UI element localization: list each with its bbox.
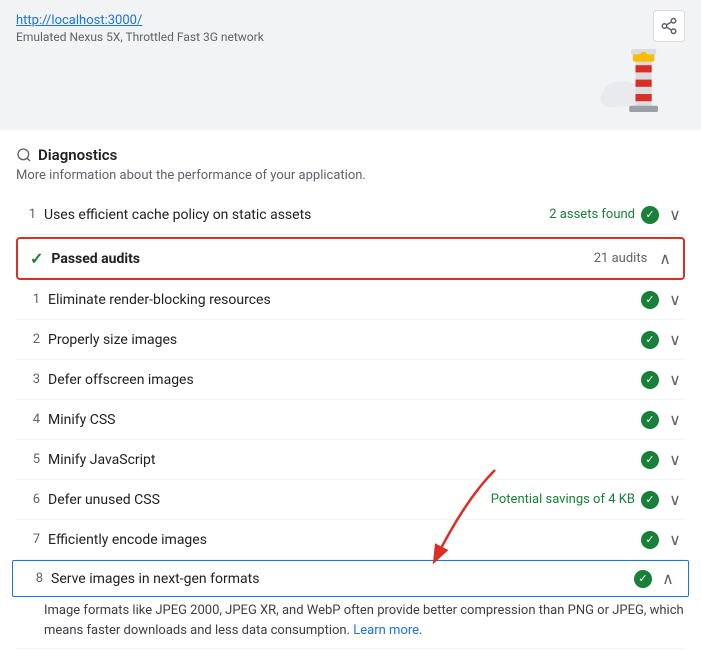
audit-chevron-5[interactable]: ∨ bbox=[665, 450, 685, 469]
audit-row-3: 3 Defer offscreen images ✓ ∨ bbox=[16, 360, 685, 400]
audit-label-8: Serve images in next-gen formats bbox=[51, 571, 626, 587]
search-icon bbox=[16, 147, 32, 163]
audit-right-7: ✓ ∨ bbox=[641, 530, 685, 549]
diagnostics-desc: More information about the performance o… bbox=[16, 168, 685, 183]
audit-right-2: ✓ ∨ bbox=[641, 330, 685, 349]
audit-chevron-3[interactable]: ∨ bbox=[665, 370, 685, 389]
audit-label-3: Defer offscreen images bbox=[48, 372, 633, 388]
audit-label-4: Minify CSS bbox=[48, 412, 633, 428]
audit-num-6: 6 bbox=[20, 492, 40, 507]
passed-audits-header[interactable]: ✓ Passed audits 21 audits ∧ bbox=[16, 237, 685, 280]
audit-label-7: Efficiently encode images bbox=[48, 532, 633, 548]
passed-audits-label: Passed audits bbox=[51, 251, 585, 267]
audit-num-7: 7 bbox=[20, 532, 40, 547]
audit-num-4: 4 bbox=[20, 412, 40, 427]
audit-row-7: 7 Efficiently encode images ✓ ∨ bbox=[16, 520, 685, 560]
chevron-1[interactable]: ∨ bbox=[665, 205, 685, 224]
item-meta-1: 2 assets found bbox=[549, 207, 635, 222]
audit-right-4: ✓ ∨ bbox=[641, 410, 685, 429]
audit-chevron-8[interactable]: ∧ bbox=[658, 569, 678, 588]
audit-right-3: ✓ ∨ bbox=[641, 370, 685, 389]
diagnostics-item-1: 1 Uses efficient cache policy on static … bbox=[16, 195, 685, 235]
main-content: Diagnostics More information about the p… bbox=[0, 130, 701, 665]
audit-check-8: ✓ bbox=[634, 570, 652, 588]
audit-row-2: 2 Properly size images ✓ ∨ bbox=[16, 320, 685, 360]
check-icon-1: ✓ bbox=[641, 206, 659, 224]
header-url[interactable]: http://localhost:3000/ bbox=[16, 13, 142, 28]
header-subtitle: Emulated Nexus 5X, Throttled Fast 3G net… bbox=[16, 30, 685, 44]
audit-row-8: 8 Serve images in next-gen formats ✓ ∧ bbox=[12, 560, 689, 597]
audit-label-5: Minify JavaScript bbox=[48, 452, 633, 468]
diagnostics-title: Diagnostics bbox=[38, 146, 117, 164]
audit-chevron-6[interactable]: ∨ bbox=[665, 490, 685, 509]
audit-savings-6: Potential savings of 4 KB bbox=[491, 492, 635, 507]
audit-check-3: ✓ bbox=[641, 371, 659, 389]
audit-row-4: 4 Minify CSS ✓ ∨ bbox=[16, 400, 685, 440]
audit-check-6: ✓ bbox=[641, 491, 659, 509]
audit-row-1: 1 Eliminate render-blocking resources ✓ … bbox=[16, 280, 685, 320]
learn-more-link[interactable]: Learn more bbox=[353, 623, 419, 638]
audit-num-5: 5 bbox=[20, 452, 40, 467]
audit-check-7: ✓ bbox=[641, 531, 659, 549]
audit-chevron-7[interactable]: ∨ bbox=[665, 530, 685, 549]
audit-num-8: 8 bbox=[23, 571, 43, 586]
share-button[interactable] bbox=[653, 10, 685, 42]
audit-check-4: ✓ bbox=[641, 411, 659, 429]
passed-audits-count: 21 audits bbox=[594, 251, 648, 266]
audit-num-1: 1 bbox=[20, 292, 40, 307]
audit-label-6: Defer unused CSS bbox=[48, 492, 483, 508]
passed-audits-chevron[interactable]: ∧ bbox=[659, 249, 671, 268]
audit-row-8-container: 8 Serve images in next-gen formats ✓ ∧ bbox=[16, 560, 685, 597]
audit-check-2: ✓ bbox=[641, 331, 659, 349]
audit-row-5: 5 Minify JavaScript ✓ ∨ bbox=[16, 440, 685, 480]
audit-chevron-4[interactable]: ∨ bbox=[665, 410, 685, 429]
audit-num-3: 3 bbox=[20, 372, 40, 387]
share-icon bbox=[660, 17, 678, 35]
audit-right-6: Potential savings of 4 KB ✓ ∨ bbox=[491, 490, 685, 509]
diagnostics-section-header: Diagnostics bbox=[16, 146, 685, 164]
audit-label-2: Properly size images bbox=[48, 332, 633, 348]
item-num-1: 1 bbox=[16, 207, 36, 222]
audit-chevron-1[interactable]: ∨ bbox=[665, 290, 685, 309]
item-label-1: Uses efficient cache policy on static as… bbox=[44, 207, 541, 223]
audit-8-description: Image formats like JPEG 2000, JPEG XR, a… bbox=[16, 597, 685, 649]
lighthouse-logo bbox=[595, 40, 685, 130]
audit-right-8: ✓ ∧ bbox=[634, 569, 678, 588]
passed-check-icon: ✓ bbox=[30, 249, 43, 268]
audit-row-6: 6 Defer unused CSS Potential savings of … bbox=[16, 480, 685, 520]
audit-check-5: ✓ bbox=[641, 451, 659, 469]
audit-right-1: ✓ ∨ bbox=[641, 290, 685, 309]
header: http://localhost:3000/ Emulated Nexus 5X… bbox=[0, 0, 701, 130]
audit-label-1: Eliminate render-blocking resources bbox=[48, 292, 633, 308]
item-right-1: 2 assets found ✓ ∨ bbox=[549, 205, 685, 224]
audit-right-5: ✓ ∨ bbox=[641, 450, 685, 469]
audit-check-1: ✓ bbox=[641, 291, 659, 309]
audit-num-2: 2 bbox=[20, 332, 40, 347]
audit-chevron-2[interactable]: ∨ bbox=[665, 330, 685, 349]
